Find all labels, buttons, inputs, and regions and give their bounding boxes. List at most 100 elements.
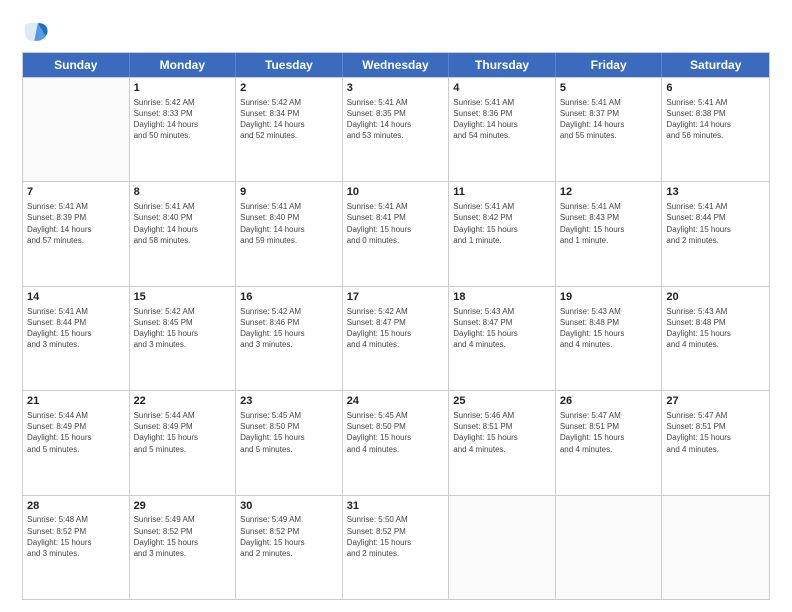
calendar-cell: 25Sunrise: 5:46 AM Sunset: 8:51 PM Dayli… — [449, 391, 556, 494]
calendar-cell: 12Sunrise: 5:41 AM Sunset: 8:43 PM Dayli… — [556, 182, 663, 285]
cell-date-number: 7 — [27, 185, 125, 200]
cell-info-text: Sunrise: 5:41 AM Sunset: 8:39 PM Dayligh… — [27, 201, 125, 246]
cell-info-text: Sunrise: 5:42 AM Sunset: 8:47 PM Dayligh… — [347, 306, 445, 351]
header-day: Sunday — [23, 53, 130, 77]
cell-info-text: Sunrise: 5:42 AM Sunset: 8:33 PM Dayligh… — [134, 97, 232, 142]
cell-info-text: Sunrise: 5:41 AM Sunset: 8:35 PM Dayligh… — [347, 97, 445, 142]
cell-date-number: 11 — [453, 185, 551, 200]
cell-info-text: Sunrise: 5:47 AM Sunset: 8:51 PM Dayligh… — [666, 410, 765, 455]
cell-date-number: 15 — [134, 290, 232, 305]
cell-info-text: Sunrise: 5:41 AM Sunset: 8:38 PM Dayligh… — [666, 97, 765, 142]
calendar-cell: 17Sunrise: 5:42 AM Sunset: 8:47 PM Dayli… — [343, 287, 450, 390]
cell-info-text: Sunrise: 5:41 AM Sunset: 8:41 PM Dayligh… — [347, 201, 445, 246]
cell-date-number: 14 — [27, 290, 125, 305]
cell-info-text: Sunrise: 5:41 AM Sunset: 8:40 PM Dayligh… — [134, 201, 232, 246]
cell-info-text: Sunrise: 5:41 AM Sunset: 8:44 PM Dayligh… — [666, 201, 765, 246]
calendar-cell: 20Sunrise: 5:43 AM Sunset: 8:48 PM Dayli… — [662, 287, 769, 390]
cell-date-number: 16 — [240, 290, 338, 305]
cell-info-text: Sunrise: 5:43 AM Sunset: 8:48 PM Dayligh… — [666, 306, 765, 351]
calendar-cell: 5Sunrise: 5:41 AM Sunset: 8:37 PM Daylig… — [556, 78, 663, 181]
header — [22, 18, 770, 46]
calendar-cell: 22Sunrise: 5:44 AM Sunset: 8:49 PM Dayli… — [130, 391, 237, 494]
cell-info-text: Sunrise: 5:45 AM Sunset: 8:50 PM Dayligh… — [240, 410, 338, 455]
header-day: Monday — [130, 53, 237, 77]
cell-date-number: 31 — [347, 499, 445, 514]
calendar-cell: 11Sunrise: 5:41 AM Sunset: 8:42 PM Dayli… — [449, 182, 556, 285]
cell-info-text: Sunrise: 5:41 AM Sunset: 8:43 PM Dayligh… — [560, 201, 658, 246]
cell-date-number: 17 — [347, 290, 445, 305]
calendar-cell: 10Sunrise: 5:41 AM Sunset: 8:41 PM Dayli… — [343, 182, 450, 285]
cell-info-text: Sunrise: 5:41 AM Sunset: 8:40 PM Dayligh… — [240, 201, 338, 246]
cell-info-text: Sunrise: 5:50 AM Sunset: 8:52 PM Dayligh… — [347, 514, 445, 559]
cell-date-number: 3 — [347, 81, 445, 96]
calendar-cell: 6Sunrise: 5:41 AM Sunset: 8:38 PM Daylig… — [662, 78, 769, 181]
cell-info-text: Sunrise: 5:44 AM Sunset: 8:49 PM Dayligh… — [134, 410, 232, 455]
cell-date-number: 22 — [134, 394, 232, 409]
cell-date-number: 30 — [240, 499, 338, 514]
calendar-cell: 23Sunrise: 5:45 AM Sunset: 8:50 PM Dayli… — [236, 391, 343, 494]
calendar-cell: 1Sunrise: 5:42 AM Sunset: 8:33 PM Daylig… — [130, 78, 237, 181]
cell-info-text: Sunrise: 5:41 AM Sunset: 8:42 PM Dayligh… — [453, 201, 551, 246]
cell-info-text: Sunrise: 5:41 AM Sunset: 8:37 PM Dayligh… — [560, 97, 658, 142]
cell-info-text: Sunrise: 5:42 AM Sunset: 8:46 PM Dayligh… — [240, 306, 338, 351]
cell-info-text: Sunrise: 5:49 AM Sunset: 8:52 PM Dayligh… — [134, 514, 232, 559]
cell-info-text: Sunrise: 5:45 AM Sunset: 8:50 PM Dayligh… — [347, 410, 445, 455]
calendar-cell: 16Sunrise: 5:42 AM Sunset: 8:46 PM Dayli… — [236, 287, 343, 390]
cell-date-number: 19 — [560, 290, 658, 305]
calendar-cell: 27Sunrise: 5:47 AM Sunset: 8:51 PM Dayli… — [662, 391, 769, 494]
cell-date-number: 13 — [666, 185, 765, 200]
calendar-cell: 26Sunrise: 5:47 AM Sunset: 8:51 PM Dayli… — [556, 391, 663, 494]
cell-info-text: Sunrise: 5:44 AM Sunset: 8:49 PM Dayligh… — [27, 410, 125, 455]
calendar-cell: 2Sunrise: 5:42 AM Sunset: 8:34 PM Daylig… — [236, 78, 343, 181]
cell-date-number: 24 — [347, 394, 445, 409]
calendar-cell: 8Sunrise: 5:41 AM Sunset: 8:40 PM Daylig… — [130, 182, 237, 285]
header-day: Thursday — [449, 53, 556, 77]
calendar-cell: 19Sunrise: 5:43 AM Sunset: 8:48 PM Dayli… — [556, 287, 663, 390]
header-day: Saturday — [662, 53, 769, 77]
cell-date-number: 23 — [240, 394, 338, 409]
logo-icon — [22, 18, 50, 46]
calendar-cell: 29Sunrise: 5:49 AM Sunset: 8:52 PM Dayli… — [130, 496, 237, 599]
cell-info-text: Sunrise: 5:43 AM Sunset: 8:48 PM Dayligh… — [560, 306, 658, 351]
calendar-cell: 30Sunrise: 5:49 AM Sunset: 8:52 PM Dayli… — [236, 496, 343, 599]
cell-date-number: 18 — [453, 290, 551, 305]
cell-date-number: 8 — [134, 185, 232, 200]
calendar-cell — [556, 496, 663, 599]
cell-info-text: Sunrise: 5:41 AM Sunset: 8:44 PM Dayligh… — [27, 306, 125, 351]
calendar-row: 1Sunrise: 5:42 AM Sunset: 8:33 PM Daylig… — [23, 77, 769, 181]
cell-date-number: 9 — [240, 185, 338, 200]
calendar-header: SundayMondayTuesdayWednesdayThursdayFrid… — [23, 53, 769, 77]
calendar-cell — [23, 78, 130, 181]
cell-date-number: 6 — [666, 81, 765, 96]
calendar-row: 14Sunrise: 5:41 AM Sunset: 8:44 PM Dayli… — [23, 286, 769, 390]
calendar-cell: 7Sunrise: 5:41 AM Sunset: 8:39 PM Daylig… — [23, 182, 130, 285]
cell-date-number: 29 — [134, 499, 232, 514]
calendar-cell: 4Sunrise: 5:41 AM Sunset: 8:36 PM Daylig… — [449, 78, 556, 181]
calendar-cell — [449, 496, 556, 599]
calendar-cell: 15Sunrise: 5:42 AM Sunset: 8:45 PM Dayli… — [130, 287, 237, 390]
calendar-cell: 14Sunrise: 5:41 AM Sunset: 8:44 PM Dayli… — [23, 287, 130, 390]
cell-date-number: 21 — [27, 394, 125, 409]
calendar-cell: 9Sunrise: 5:41 AM Sunset: 8:40 PM Daylig… — [236, 182, 343, 285]
cell-info-text: Sunrise: 5:41 AM Sunset: 8:36 PM Dayligh… — [453, 97, 551, 142]
cell-info-text: Sunrise: 5:49 AM Sunset: 8:52 PM Dayligh… — [240, 514, 338, 559]
cell-date-number: 1 — [134, 81, 232, 96]
cell-date-number: 2 — [240, 81, 338, 96]
cell-date-number: 12 — [560, 185, 658, 200]
cell-date-number: 25 — [453, 394, 551, 409]
calendar-row: 21Sunrise: 5:44 AM Sunset: 8:49 PM Dayli… — [23, 390, 769, 494]
cell-date-number: 20 — [666, 290, 765, 305]
calendar-cell: 3Sunrise: 5:41 AM Sunset: 8:35 PM Daylig… — [343, 78, 450, 181]
cell-info-text: Sunrise: 5:43 AM Sunset: 8:47 PM Dayligh… — [453, 306, 551, 351]
cell-info-text: Sunrise: 5:46 AM Sunset: 8:51 PM Dayligh… — [453, 410, 551, 455]
calendar-cell: 21Sunrise: 5:44 AM Sunset: 8:49 PM Dayli… — [23, 391, 130, 494]
logo — [22, 18, 54, 46]
header-day: Tuesday — [236, 53, 343, 77]
cell-info-text: Sunrise: 5:42 AM Sunset: 8:34 PM Dayligh… — [240, 97, 338, 142]
cell-date-number: 10 — [347, 185, 445, 200]
cell-date-number: 5 — [560, 81, 658, 96]
header-day: Wednesday — [343, 53, 450, 77]
calendar-row: 7Sunrise: 5:41 AM Sunset: 8:39 PM Daylig… — [23, 181, 769, 285]
calendar-cell: 13Sunrise: 5:41 AM Sunset: 8:44 PM Dayli… — [662, 182, 769, 285]
calendar-body: 1Sunrise: 5:42 AM Sunset: 8:33 PM Daylig… — [23, 77, 769, 599]
